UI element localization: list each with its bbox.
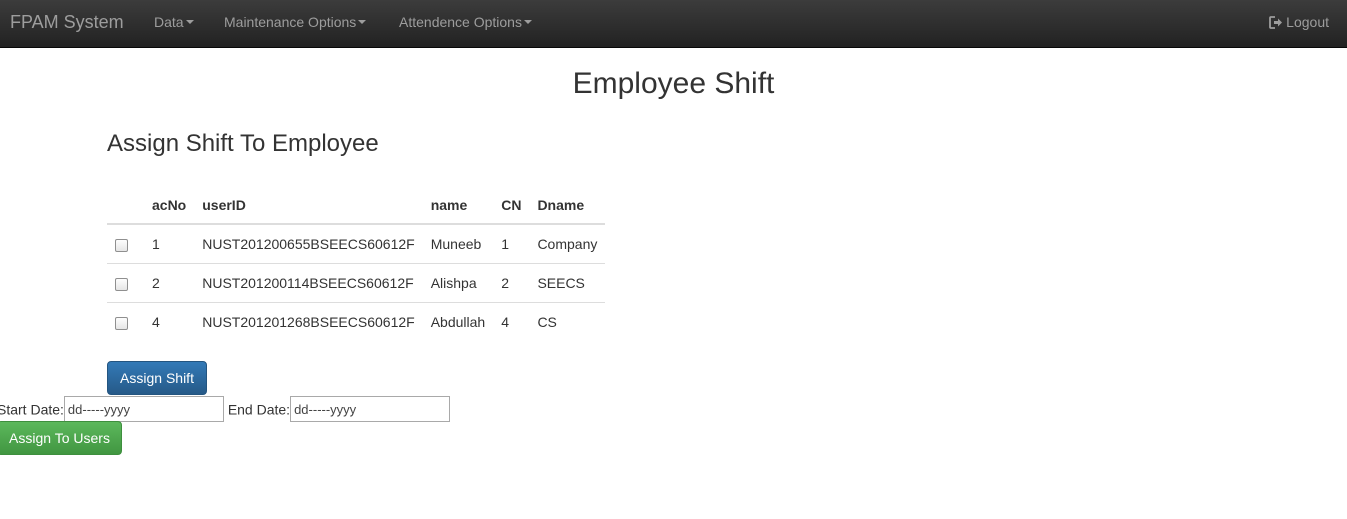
start-date-input[interactable] (63, 396, 224, 423)
table-row: 4 NUST201201268BSEECS60612F Abdullah 4 C… (107, 302, 606, 341)
cell-userid: NUST201200114BSEECS60612F (194, 263, 423, 303)
cell-cn: 2 (493, 263, 530, 303)
end-date-input[interactable] (290, 396, 451, 423)
cell-acno: 1 (152, 236, 160, 252)
header-acno: acNo (144, 186, 195, 225)
row-select-cell (107, 224, 144, 264)
header-userid: userID (194, 186, 423, 225)
section-title: Assign Shift To Employee (107, 130, 379, 157)
row-checkbox[interactable] (115, 277, 128, 291)
cell-userid: NUST201201268BSEECS60612F (194, 302, 423, 341)
cell-acno: 4 (144, 302, 195, 341)
cell-userid: NUST201200655BSEECS60612F (202, 236, 415, 252)
cell-dname: SEECS (529, 263, 606, 303)
table-header-row: acNo userID name CN Dname (107, 186, 606, 225)
menu-data-label: Data (154, 14, 184, 30)
logout-icon (1269, 16, 1283, 29)
end-date-label: End Date: (227, 401, 291, 418)
cell-dname: Company (537, 236, 598, 252)
menu-attendence-options[interactable]: Attendence Options (399, 14, 532, 30)
cell-name: Alishpa (422, 263, 494, 303)
top-navbar: FPAM System Data Maintenance Options Att… (0, 0, 1347, 48)
cell-cn: 4 (493, 302, 530, 341)
logout-link[interactable]: Logout (1269, 14, 1329, 30)
menu-maintenance-options[interactable]: Maintenance Options (224, 14, 367, 30)
header-dname: Dname (529, 186, 606, 225)
row-checkbox[interactable] (115, 238, 128, 252)
assign-to-users-button[interactable]: Assign To Users (0, 421, 122, 455)
row-checkbox[interactable] (115, 316, 128, 330)
brand-link[interactable]: FPAM System (10, 12, 124, 32)
header-cn: CN (493, 186, 530, 225)
employee-table: acNo userID name CN Dname 1 NUST20120065… (107, 186, 606, 341)
page-title: Employee Shift (572, 67, 775, 100)
table-row: 1 NUST201200655BSEECS60612F Muneeb 1 Com… (107, 224, 605, 264)
cell-name: Abdullah (422, 302, 494, 341)
cell-name: Muneeb (430, 236, 482, 252)
table-row: 2 NUST201200114BSEECS60612F Alishpa 2 SE… (107, 263, 606, 303)
date-range-row: Start Date: End Date: (0, 395, 451, 423)
start-date-label: Start Date: (0, 401, 64, 418)
menu-data[interactable]: Data (154, 14, 194, 30)
header-name: name (422, 186, 494, 225)
menu-attendence-label: Attendence Options (399, 14, 522, 30)
logout-label: Logout (1286, 14, 1329, 30)
row-select-cell (107, 263, 144, 303)
cell-acno: 2 (144, 263, 195, 303)
chevron-down-icon (523, 20, 532, 25)
assign-shift-button[interactable]: Assign Shift (107, 361, 207, 395)
chevron-down-icon (185, 20, 194, 25)
cell-dname: CS (529, 302, 606, 341)
menu-maintenance-label: Maintenance Options (224, 14, 357, 30)
header-select (107, 186, 144, 225)
row-select-cell (107, 302, 144, 341)
chevron-down-icon (358, 20, 367, 25)
cell-cn: 1 (501, 236, 509, 252)
